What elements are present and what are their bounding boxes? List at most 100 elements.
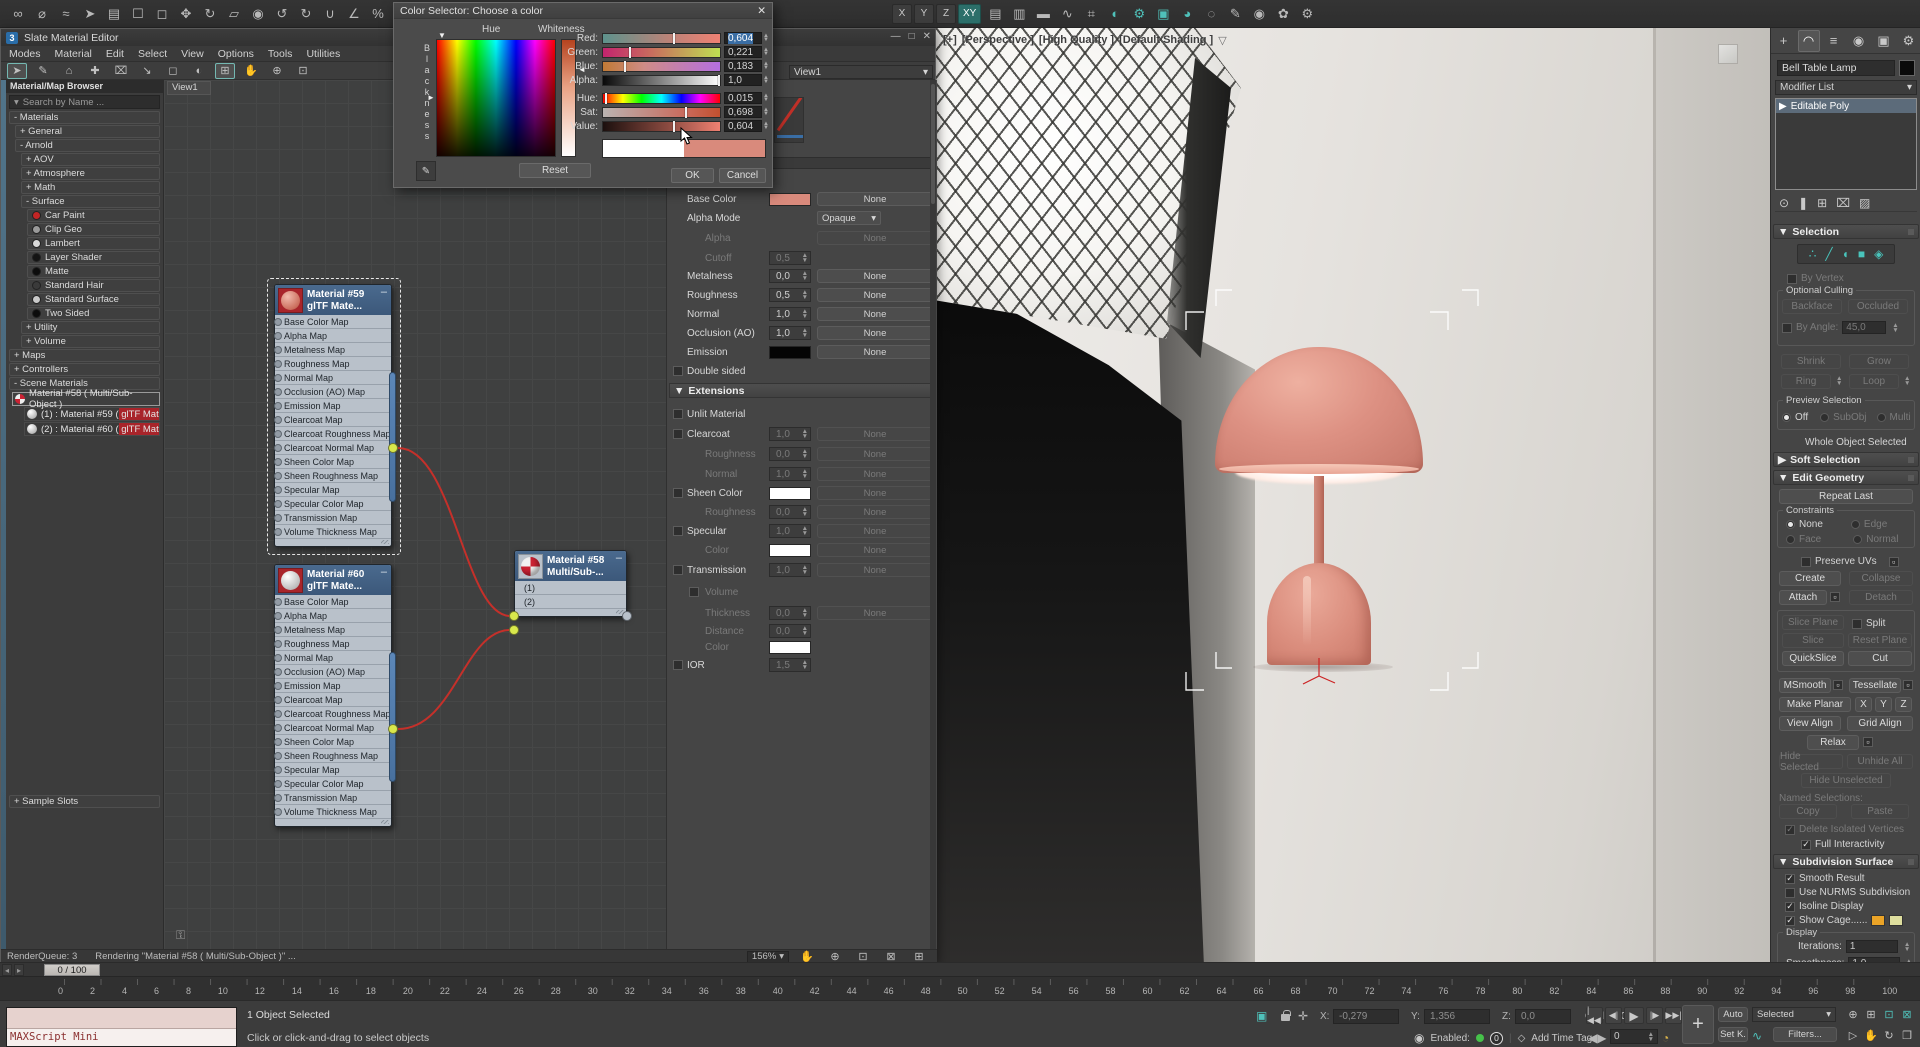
- viewport-menu-plus[interactable]: [+]: [943, 34, 957, 47]
- input-socket[interactable]: [274, 514, 282, 522]
- notification-badge[interactable]: 0: [1490, 1032, 1503, 1045]
- map-slot[interactable]: Roughness Map: [275, 637, 391, 651]
- emission-color-swatch[interactable]: [769, 346, 811, 359]
- normal-map-button[interactable]: None: [817, 307, 933, 321]
- unhide-all-button[interactable]: Unhide All: [1847, 754, 1913, 769]
- relax-button[interactable]: Relax: [1807, 735, 1859, 750]
- browser-item[interactable]: Standard Hair: [27, 279, 160, 292]
- show-grid-icon[interactable]: ⊞: [215, 63, 235, 79]
- sub-material-slot[interactable]: (1): [515, 581, 626, 595]
- node-resize-handle[interactable]: [515, 609, 626, 616]
- input-socket[interactable]: [274, 710, 282, 718]
- cut-button[interactable]: Cut: [1848, 651, 1912, 666]
- map-slot[interactable]: Volume Thickness Map: [275, 805, 391, 819]
- extensions-rollout-header[interactable]: ▼Extensions: [669, 383, 935, 398]
- metalness-spinner[interactable]: 0,0▲▼: [769, 269, 811, 283]
- preview-off-radio[interactable]: [1782, 413, 1791, 422]
- detach-button[interactable]: Detach: [1849, 590, 1913, 605]
- input-socket[interactable]: [274, 374, 282, 382]
- unlit-material-checkbox[interactable]: [673, 409, 683, 419]
- close-icon[interactable]: ✕: [757, 5, 766, 17]
- repeat-last-button[interactable]: Repeat Last: [1779, 489, 1913, 504]
- collapse-node-icon[interactable]: –: [381, 286, 387, 298]
- map-slot[interactable]: Metalness Map: [275, 343, 391, 357]
- msmooth-button[interactable]: MSmooth: [1779, 678, 1831, 693]
- clearcoat-normal-spinner[interactable]: 1,0▲▼: [769, 467, 811, 481]
- object-color-swatch[interactable]: [1899, 60, 1915, 76]
- material-60-node[interactable]: Material #60glTF Mate... – Base Color Ma…: [274, 564, 392, 827]
- map-slot[interactable]: Normal Map: [275, 371, 391, 385]
- per-view-filter-icon[interactable]: ▽: [1218, 34, 1226, 47]
- hue-slider[interactable]: [602, 93, 721, 104]
- input-socket[interactable]: [274, 528, 282, 536]
- sheen-roughness-map-button[interactable]: None: [817, 505, 933, 519]
- motion-tab[interactable]: ◉: [1848, 30, 1870, 52]
- vertex-mode-icon[interactable]: ∴: [1809, 247, 1817, 261]
- input-socket[interactable]: [274, 430, 282, 438]
- input-socket[interactable]: [274, 500, 282, 508]
- map-slot[interactable]: Clearcoat Normal Map: [275, 441, 391, 455]
- split-checkbox[interactable]: [1852, 619, 1862, 629]
- input-socket[interactable]: [274, 346, 282, 354]
- browser-item[interactable]: - Surface: [21, 195, 160, 208]
- soft-selection-rollout-header[interactable]: ▶Soft Selection: [1773, 452, 1919, 467]
- put-to-library-icon[interactable]: ⌂: [59, 63, 79, 79]
- specular-checkbox[interactable]: [673, 526, 683, 536]
- map-slot[interactable]: Sheen Roughness Map: [275, 749, 391, 763]
- input-socket[interactable]: [274, 766, 282, 774]
- utilities-tab[interactable]: ⚙: [1898, 30, 1920, 52]
- material-58-output-socket[interactable]: [622, 611, 632, 621]
- collapse-button[interactable]: Collapse: [1849, 571, 1913, 586]
- make-planar-button[interactable]: Make Planar: [1779, 697, 1851, 712]
- clearcoat-normal-map-button[interactable]: None: [817, 467, 933, 481]
- sample-slots-rollout[interactable]: + Sample Slots: [9, 795, 160, 808]
- browser-item[interactable]: Two Sided: [27, 307, 160, 320]
- material-60-output-socket[interactable]: [388, 724, 398, 734]
- pin-stack-icon[interactable]: ⊙: [1779, 196, 1789, 210]
- viewport-menu-pov[interactable]: [Perspective ]: [962, 34, 1034, 47]
- rendered-frame-window-icon[interactable]: ▣: [1151, 3, 1175, 25]
- input-socket[interactable]: [274, 332, 282, 340]
- by-angle-spinner[interactable]: 45,0: [1842, 321, 1886, 334]
- remove-modifier-icon[interactable]: ⌧: [1836, 196, 1850, 210]
- create-tab[interactable]: +: [1773, 30, 1795, 52]
- go-to-end-icon[interactable]: ▶▶|: [1665, 1007, 1682, 1024]
- hide-unselected-button[interactable]: Hide Unselected: [1801, 773, 1891, 788]
- input-socket[interactable]: [274, 626, 282, 634]
- browser-item[interactable]: + AOV: [21, 153, 160, 166]
- axis-x-button[interactable]: X: [892, 4, 912, 24]
- menu-item[interactable]: View: [181, 48, 204, 60]
- menu-item[interactable]: Options: [218, 48, 254, 60]
- tessellate-button[interactable]: Tessellate: [1849, 678, 1901, 693]
- menu-item[interactable]: Tools: [268, 48, 293, 60]
- lamp-base[interactable]: [1267, 563, 1371, 665]
- specular-color-map-button[interactable]: None: [817, 543, 933, 557]
- select-and-scale-icon[interactable]: ▱: [222, 3, 246, 25]
- input-socket[interactable]: [274, 486, 282, 494]
- preserve-uvs-checkbox[interactable]: [1801, 557, 1811, 567]
- sub-material-1-input-socket[interactable]: [509, 611, 519, 621]
- element-mode-icon[interactable]: ◈: [1874, 247, 1883, 261]
- map-slot[interactable]: Roughness Map: [275, 357, 391, 371]
- ring-spinner[interactable]: ▲▼: [1836, 376, 1842, 386]
- select-and-move-icon[interactable]: ✥: [174, 3, 198, 25]
- map-slot[interactable]: Volume Thickness Map: [275, 525, 391, 539]
- browser-item[interactable]: + Maps: [9, 349, 160, 362]
- tessellate-settings-icon[interactable]: ▫: [1903, 680, 1913, 690]
- maxscript-mini-listener[interactable]: MAXScript Mini: [6, 1007, 237, 1047]
- transmission-checkbox[interactable]: [673, 565, 683, 575]
- attach-settings-icon[interactable]: ▫: [1830, 592, 1840, 602]
- browser-header[interactable]: Material/Map Browser: [6, 80, 163, 93]
- window-crossing-icon[interactable]: ◻: [150, 3, 174, 25]
- transmission-spinner[interactable]: 1,0▲▼: [769, 563, 811, 577]
- hue-value-field[interactable]: 0,015: [724, 92, 762, 104]
- input-socket[interactable]: [274, 808, 282, 816]
- constraint-edge-radio[interactable]: [1851, 520, 1860, 529]
- time-slider-handle[interactable]: 0 / 100: [44, 964, 100, 976]
- map-slot[interactable]: Sheen Color Map: [275, 455, 391, 469]
- alpha-map-button[interactable]: None: [817, 231, 933, 245]
- key-filters-button[interactable]: Filters...: [1773, 1027, 1837, 1042]
- quickslice-button[interactable]: QuickSlice: [1782, 651, 1844, 666]
- viewcube[interactable]: [1718, 44, 1738, 64]
- display-tab[interactable]: ▣: [1873, 30, 1895, 52]
